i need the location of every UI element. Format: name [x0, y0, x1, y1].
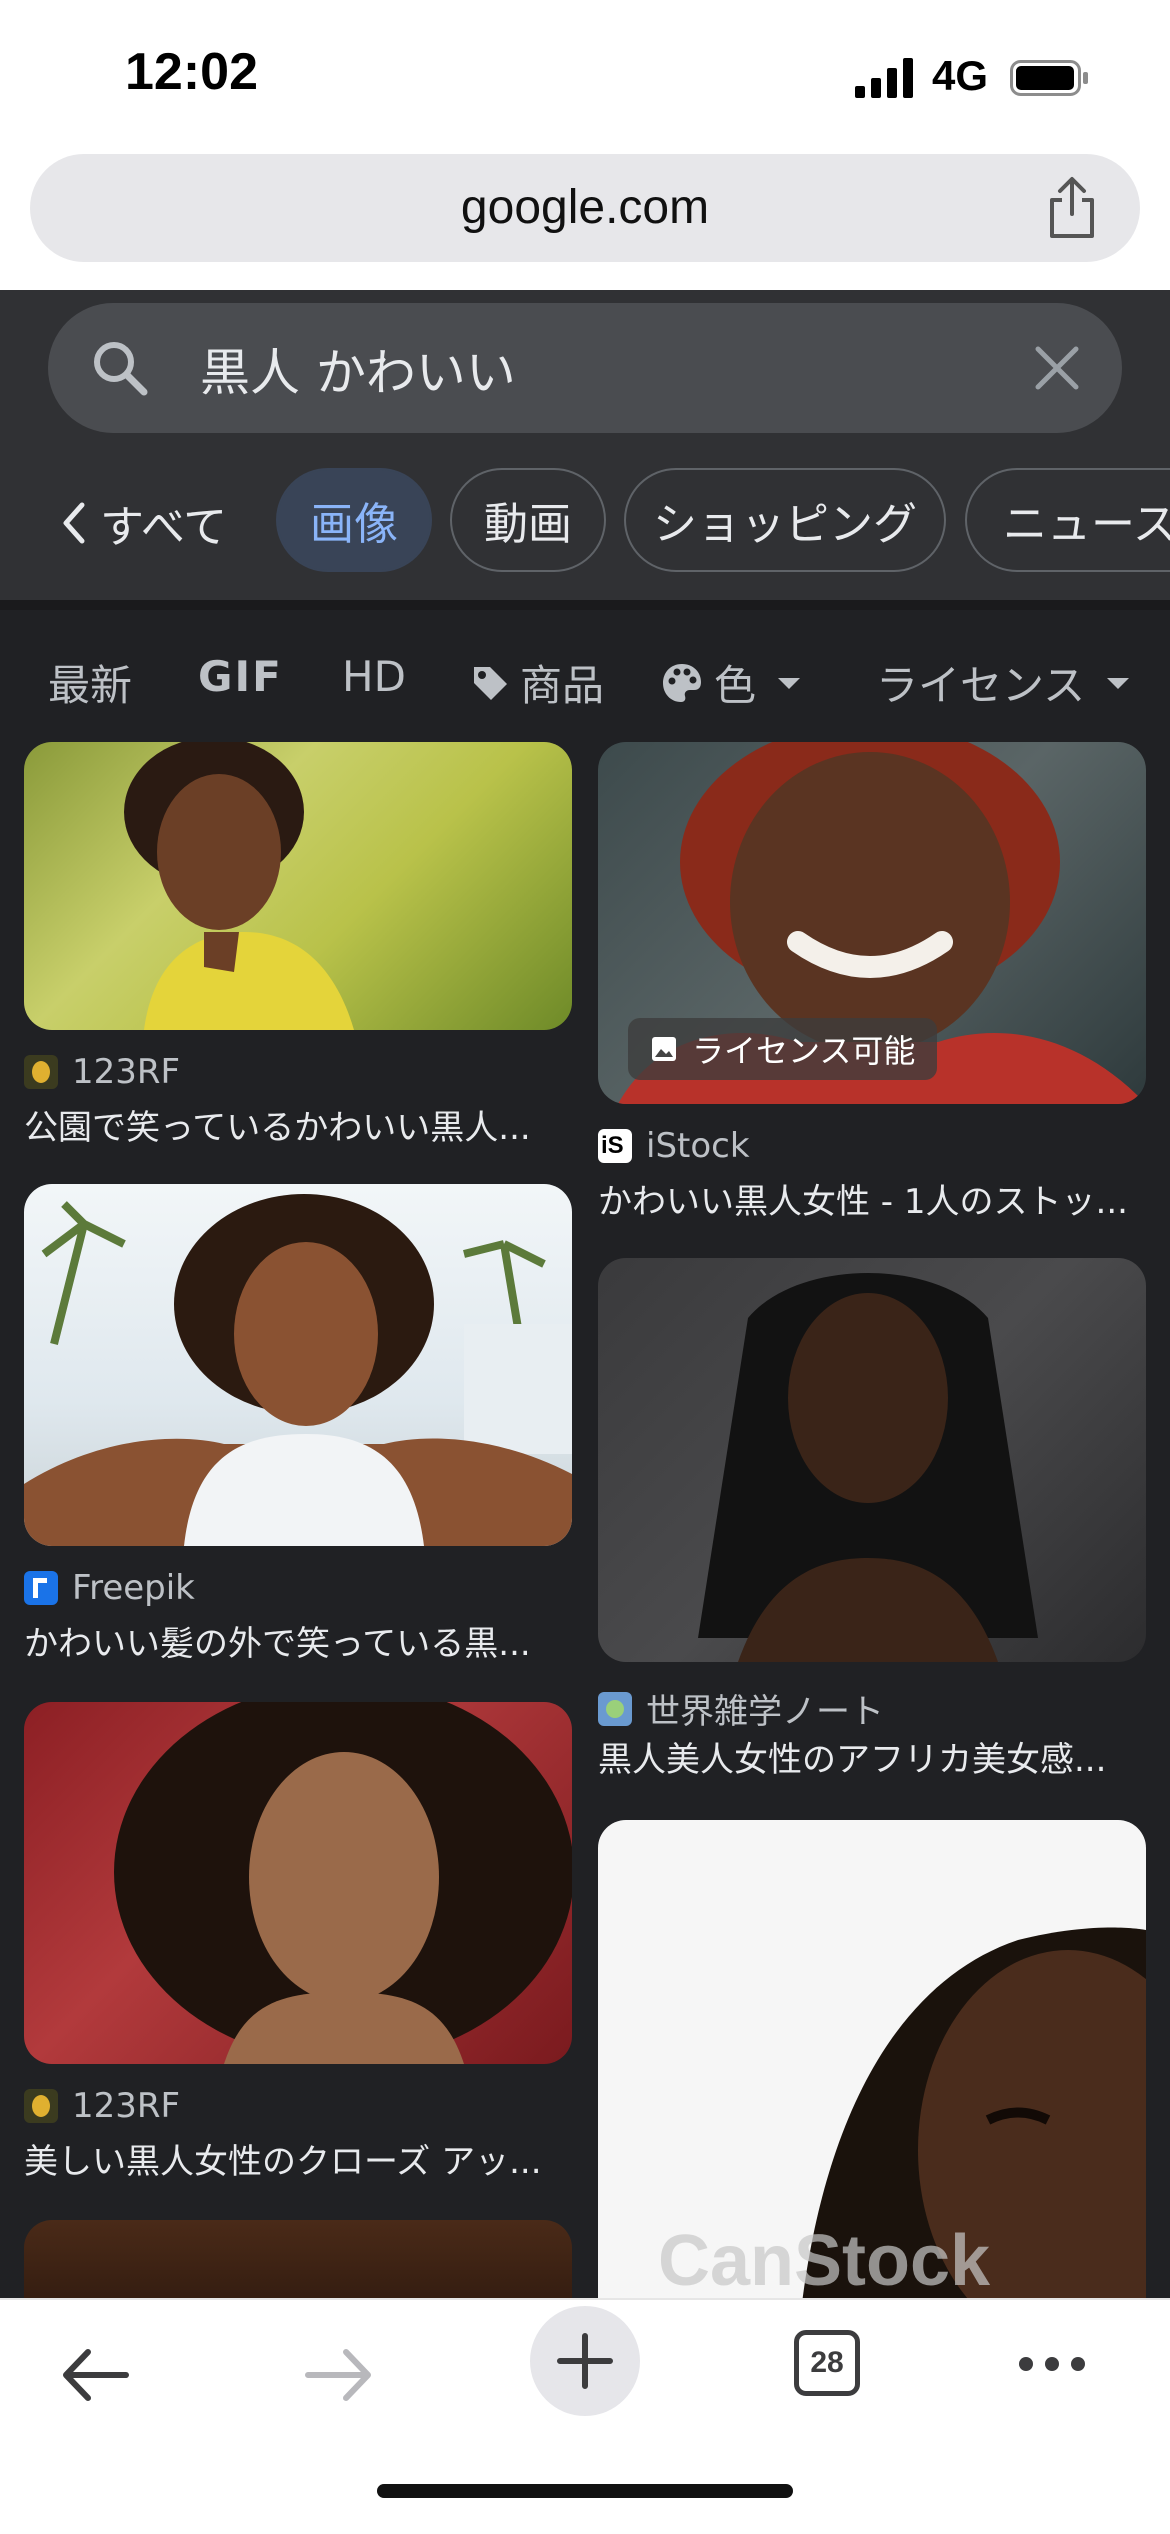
- result-image[interactable]: [24, 2220, 572, 2298]
- share-icon[interactable]: [1044, 176, 1100, 240]
- istock-favicon-icon: iS: [598, 1129, 632, 1163]
- forward-arrow-icon[interactable]: [302, 2340, 376, 2410]
- result-title[interactable]: 美しい黒人女性のクローズ アッ...: [24, 2134, 572, 2183]
- browser-toolbar: 28: [0, 2298, 1170, 2534]
- result-image[interactable]: [24, 1184, 572, 1546]
- search-box[interactable]: 黒人 かわいい: [48, 303, 1122, 433]
- result-source: 123RF: [24, 2086, 180, 2126]
- address-bar[interactable]: google.com: [30, 154, 1140, 262]
- header-divider: [0, 600, 1170, 610]
- image-icon: [652, 1037, 676, 1061]
- result-title[interactable]: 黒人美人女性のアフリカ美女感...: [598, 1732, 1146, 1781]
- palette-icon: [663, 663, 701, 702]
- result-source: 世界雑学ノート: [598, 1684, 884, 1733]
- back-arrow-icon[interactable]: [58, 2340, 132, 2410]
- tab-news[interactable]: ニュース: [965, 468, 1170, 572]
- result-title[interactable]: かわいい黒人女性 - 1人のストッ...: [598, 1174, 1146, 1223]
- result-image[interactable]: [24, 1702, 572, 2064]
- search-icon: [94, 342, 148, 396]
- freepik-favicon-icon: [24, 1571, 58, 1605]
- result-title[interactable]: かわいい髪の外で笑っている黒...: [24, 1616, 572, 1665]
- search-tabs: すべて 画像 動画 ショッピング ニュース: [0, 468, 1170, 578]
- tabs-button[interactable]: 28: [794, 2330, 860, 2396]
- 123rf-favicon-icon: [24, 2089, 58, 2123]
- filter-row: 最新 GIF HD 商品 色 ライセンス: [0, 612, 1170, 742]
- result-image[interactable]: CanStock: [598, 1820, 1146, 2298]
- google-header: 黒人 かわいい すべて 画像 動画 ショッピング ニュース: [0, 290, 1170, 610]
- tab-videos[interactable]: 動画: [450, 468, 606, 572]
- tab-images[interactable]: 画像: [276, 468, 432, 572]
- license-badge: ライセンス可能: [628, 1018, 938, 1080]
- clear-icon[interactable]: [1030, 341, 1084, 395]
- result-image[interactable]: [598, 1258, 1146, 1662]
- result-title[interactable]: 公園で笑っているかわいい黒人...: [24, 1100, 572, 1149]
- result-source-name: 123RF: [72, 1052, 181, 1092]
- new-tab-button[interactable]: [530, 2306, 640, 2416]
- tag-icon: [474, 666, 507, 700]
- battery-icon: [1010, 60, 1088, 96]
- result-source: 123RF: [24, 1052, 180, 1092]
- result-source-name: Freepik: [72, 1568, 195, 1608]
- filter-latest[interactable]: 最新: [48, 652, 132, 713]
- dropdown-icon: [1107, 677, 1130, 689]
- 123rf-favicon-icon: [24, 1055, 58, 1089]
- result-image[interactable]: [24, 742, 572, 1030]
- plus-icon: [557, 2333, 613, 2389]
- search-query[interactable]: 黒人 かわいい: [200, 333, 516, 405]
- more-icon[interactable]: [1016, 2354, 1088, 2374]
- dropdown-icon: [778, 677, 801, 689]
- site-favicon-icon: [598, 1691, 632, 1726]
- filter-license[interactable]: ライセンス: [876, 652, 1143, 713]
- result-source-name: iStock: [646, 1126, 750, 1166]
- result-source-name: 世界雑学ノート: [646, 1692, 884, 1732]
- network-type: 4G: [932, 52, 989, 99]
- browser-address-area: google.com: [0, 150, 1170, 290]
- result-source: Freepik: [24, 1568, 195, 1608]
- back-to-all-button[interactable]: すべて: [60, 488, 227, 558]
- portrait-placeholder: [124, 742, 354, 1030]
- filter-gif[interactable]: GIF: [198, 652, 283, 701]
- filter-license-label: ライセンス: [876, 661, 1086, 710]
- portrait-placeholder: [698, 1273, 1038, 1662]
- filter-products[interactable]: 商品: [470, 652, 604, 713]
- cellular-signal-icon: [855, 58, 913, 98]
- url-text: google.com: [460, 181, 710, 234]
- filter-color[interactable]: 色: [660, 652, 814, 713]
- tab-count: 28: [810, 2346, 844, 2379]
- license-badge-label: ライセンス可能: [692, 1032, 916, 1070]
- back-to-all-label: すべて: [100, 502, 228, 553]
- filter-color-label: 色: [714, 661, 757, 710]
- image-results: 123RF 公園で笑っているかわいい黒人... Freepik かわいい髪の外で…: [0, 742, 1170, 2298]
- portrait-placeholder: [24, 1194, 572, 1546]
- clock: 12:02: [125, 43, 258, 101]
- chevron-left-icon: [63, 502, 85, 544]
- watermark: CanStock: [658, 2221, 991, 2298]
- result-source: iS iStock: [598, 1126, 750, 1166]
- portrait-placeholder: [114, 1702, 572, 2064]
- home-indicator[interactable]: [377, 2484, 793, 2498]
- result-source-name: 123RF: [72, 2086, 181, 2126]
- result-image[interactable]: ライセンス可能: [598, 742, 1146, 1104]
- filter-hd[interactable]: HD: [342, 652, 406, 701]
- status-bar: 12:02 4G: [0, 0, 1170, 150]
- filter-products-label: 商品: [520, 661, 605, 710]
- tab-shopping[interactable]: ショッピング: [624, 468, 946, 572]
